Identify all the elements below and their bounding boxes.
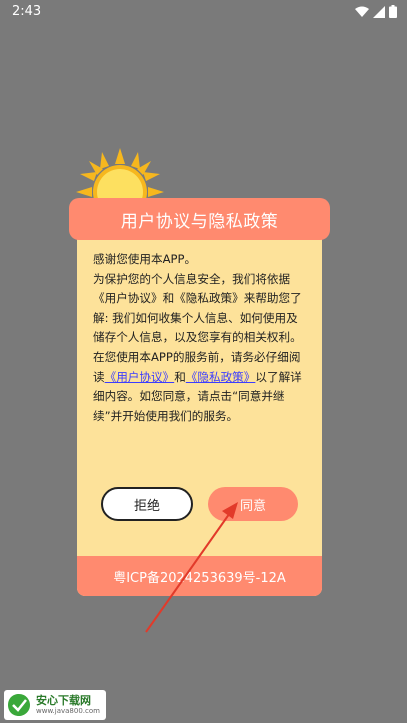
- agreement-dialog: 用户协议与隐私政策 感谢您使用本APP。 为保护您的个人信息安全，我们将依据《用…: [69, 198, 330, 596]
- reject-button[interactable]: 拒绝: [101, 487, 193, 521]
- status-time: 2:43: [12, 4, 42, 19]
- watermark-logo-icon: [8, 694, 30, 716]
- watermark: 安心下载网 www.java800.com: [4, 690, 106, 720]
- read-and: 和: [174, 369, 186, 384]
- dialog-title: 用户协议与隐私政策: [120, 211, 279, 232]
- dialog-header: 用户协议与隐私政策: [69, 198, 330, 240]
- user-agreement-link[interactable]: 《用户协议》: [105, 370, 175, 384]
- privacy-policy-link[interactable]: 《隐私政策》: [186, 370, 256, 384]
- battery-icon: [389, 5, 397, 18]
- status-icons: [355, 5, 397, 18]
- agree-button[interactable]: 同意: [208, 487, 298, 521]
- signal-icon: [373, 5, 385, 18]
- watermark-text: 安心下载网 www.java800.com: [36, 695, 100, 715]
- dialog-body: 感谢您使用本APP。 为保护您的个人信息安全，我们将依据《用户协议》和《隐私政策…: [93, 250, 309, 426]
- watermark-name: 安心下载网: [36, 694, 91, 707]
- watermark-url: www.java800.com: [36, 707, 100, 715]
- icp-footer: 粤ICP备2024253639号-12A: [77, 556, 322, 596]
- body-paragraph-welcome: 感谢您使用本APP。: [93, 252, 197, 266]
- status-bar: 2:43: [0, 0, 407, 24]
- wifi-icon: [355, 6, 369, 17]
- body-paragraph-privacy: 为保护您的个人信息安全，我们将依据《用户协议》和《隐私政策》来帮助您了解: 我们…: [93, 271, 302, 345]
- body-paragraph-read: 在您使用本APP的服务前，请务必仔细阅读《用户协议》和《隐私政策》以了解详细内容…: [93, 348, 309, 426]
